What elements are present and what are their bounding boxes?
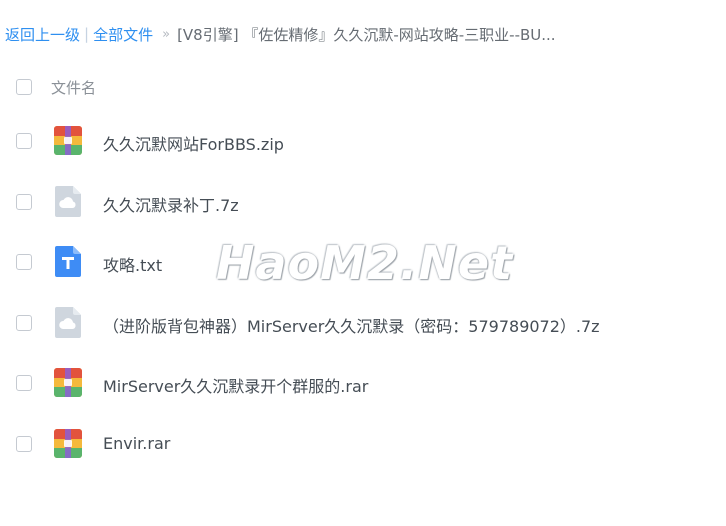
file-name[interactable]: Envir.rar [103,434,170,453]
file-name[interactable]: MirServer久久沉默录开个群服的.rar [103,373,368,397]
file-row[interactable]: 久久沉默录补丁.7z [0,182,726,222]
file-row[interactable]: 攻略.txt [0,242,726,282]
cloud-file-icon [55,186,81,217]
archive-icon [54,368,82,397]
file-row[interactable]: MirServer久久沉默录开个群服的.rar [0,363,726,403]
current-folder-name: [V8引擎] 『佐佐精修』久久沉默-网站攻略-三职业--BU... [177,25,556,44]
file-checkbox[interactable] [16,315,32,331]
file-name[interactable]: 久久沉默录补丁.7z [103,192,239,216]
cloud-file-icon [55,307,81,338]
archive-icon [54,429,82,458]
file-row[interactable]: （进阶版背包神器）MirServer久久沉默录（密码：579789072）.7z [0,303,726,343]
all-files-link[interactable]: 全部文件 [93,24,153,44]
select-all-checkbox[interactable] [16,79,32,95]
breadcrumb-separator: | [84,25,90,43]
file-name[interactable]: 久久沉默网站ForBBS.zip [103,131,284,155]
file-row[interactable]: 久久沉默网站ForBBS.zip [0,121,726,161]
file-checkbox[interactable] [16,436,32,452]
file-name[interactable]: 攻略.txt [103,252,162,276]
file-checkbox[interactable] [16,133,32,149]
list-header: 文件名 [0,70,726,104]
file-checkbox[interactable] [16,254,32,270]
file-checkbox[interactable] [16,375,32,391]
text-file-icon [55,246,81,277]
filename-column-header[interactable]: 文件名 [51,77,96,98]
file-row[interactable]: Envir.rar [0,424,726,464]
breadcrumb-arrow-icon: » [162,26,171,42]
breadcrumb: 返回上一级 | 全部文件 » [V8引擎] 『佐佐精修』久久沉默-网站攻略-三职… [5,24,721,44]
file-checkbox[interactable] [16,194,32,210]
file-browser: 返回上一级 | 全部文件 » [V8引擎] 『佐佐精修』久久沉默-网站攻略-三职… [0,0,726,526]
file-name[interactable]: （进阶版背包神器）MirServer久久沉默录（密码：579789072）.7z [103,313,600,337]
archive-icon [54,126,82,155]
back-link[interactable]: 返回上一级 [5,24,80,44]
